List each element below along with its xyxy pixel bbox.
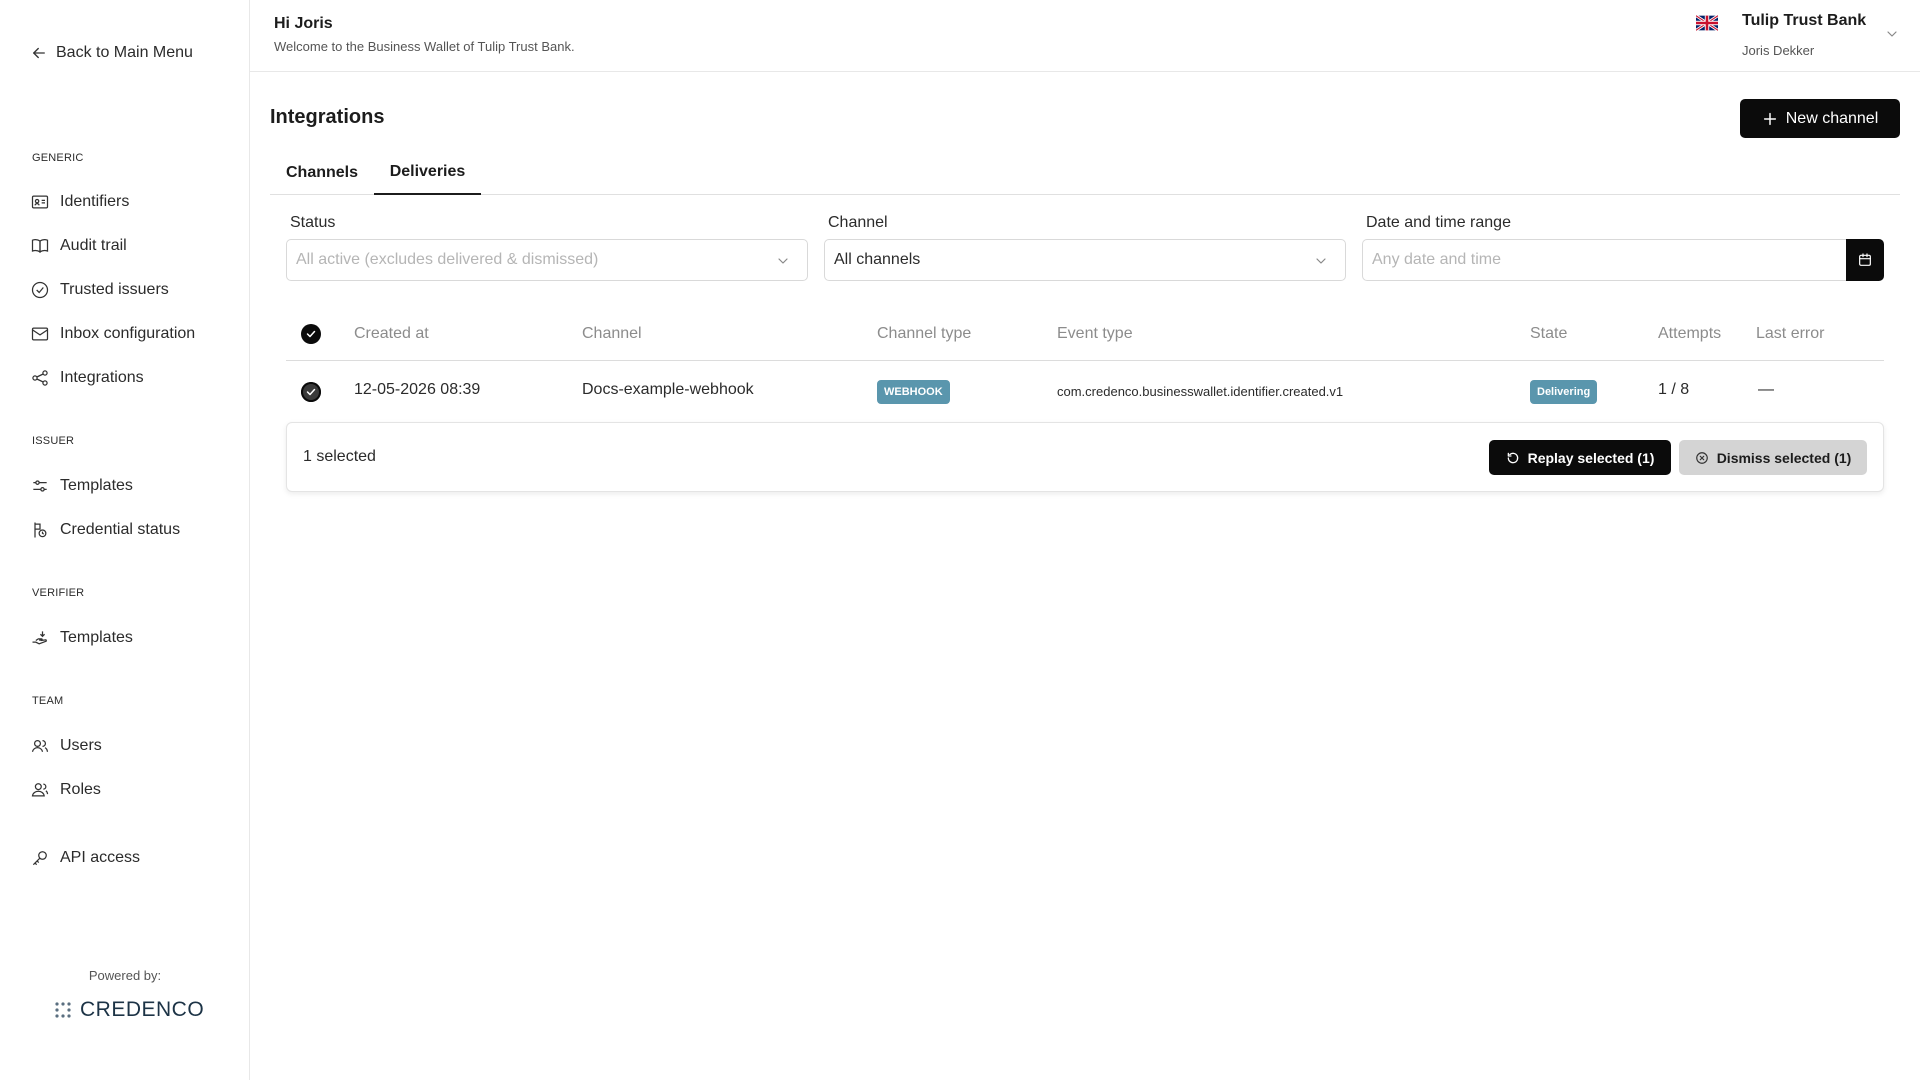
tab-channels[interactable]: Channels [270,150,374,195]
sidebar-item-label: Integrations [60,369,144,386]
welcome-text: Welcome to the Business Wallet of Tulip … [274,39,575,54]
brand-name: CREDENCO [80,998,205,1021]
replay-selected-label: Replay selected (1) [1527,449,1655,466]
dismiss-selected-button[interactable]: Dismiss selected (1) [1679,440,1867,475]
date-range-filter-label: Date and time range [1366,214,1511,231]
replay-icon [1507,452,1518,463]
chevron-down-icon [778,258,788,264]
sidebar-item-label: Identifiers [60,193,130,210]
column-header-state[interactable]: State [1530,325,1567,343]
status-select-placeholder: All active (excludes delivered & dismiss… [296,251,599,268]
channel-select-value: All channels [834,251,921,268]
sidebar-item-credential-status[interactable]: Credential status [30,518,180,542]
column-header-created-at[interactable]: Created at [354,325,429,343]
sidebar-item-issuer-templates[interactable]: Templates [30,474,133,498]
credenco-logo-icon [55,1002,71,1018]
row-checkbox[interactable] [301,382,321,402]
state-badge: Delivering [1530,380,1598,404]
replay-selected-button[interactable]: Replay selected (1) [1489,440,1671,475]
status-filter-label: Status [290,214,336,231]
sidebar-item-label: Credential status [60,521,181,538]
new-channel-label: New channel [1785,109,1879,127]
tab-deliveries[interactable]: Deliveries [374,150,481,195]
sidebar-item-trusted-issuers[interactable]: Trusted issuers [30,278,169,302]
back-label: Back to Main Menu [56,44,193,61]
section-label-issuer: ISSUER [32,435,75,447]
sidebar-item-label: API access [60,849,141,866]
column-header-channel-type[interactable]: Channel type [877,325,971,343]
uk-flag-icon[interactable] [1696,15,1718,31]
greeting: Hi Joris [274,15,333,32]
sidebar-item-users[interactable]: Users [30,734,102,758]
channel-select[interactable]: All channels [824,239,1346,281]
section-label-verifier: VERIFIER [32,587,85,599]
share-nodes-icon [32,370,48,386]
chevron-down-icon [1316,258,1326,264]
organization-name[interactable]: Tulip Trust Bank [1742,12,1866,30]
sidebar: Back to Main Menu GENERIC Identifiers Au… [0,0,250,1080]
sidebar-item-integrations[interactable]: Integrations [30,366,144,390]
column-header-channel[interactable]: Channel [582,325,642,343]
channel-filter-label: Channel [828,214,888,231]
sidebar-item-verifier-templates[interactable]: Templates [30,626,133,650]
powered-by-label: Powered by: [88,968,162,983]
section-label-generic: GENERIC [32,152,84,164]
cell-channel: Docs-example-webhook [582,381,754,398]
column-header-last-error[interactable]: Last error [1756,325,1824,343]
calendar-icon [1859,253,1871,266]
sidebar-item-inbox-configuration[interactable]: Inbox configuration [30,322,195,346]
check-icon [306,388,316,396]
sidebar-item-label: Audit trail [60,237,127,254]
top-header: Hi Joris Welcome to the Business Wallet … [250,0,1920,72]
table-header: Created at Channel Channel type Event ty… [286,309,1884,361]
cell-event-type: com.credenco.businesswallet.identifier.c… [1057,384,1344,399]
brand-logo: CREDENCO [54,998,204,1022]
sidebar-item-label: Trusted issuers [60,281,169,298]
select-all-checkbox[interactable] [301,324,321,344]
check-badge-icon [31,281,49,299]
chevron-down-icon[interactable] [1884,26,1900,42]
hand-receive-icon [32,631,47,645]
section-label-team: TEAM [32,695,64,707]
circle-x-icon [1695,451,1708,464]
key-icon [32,851,47,866]
page-title: Integrations [270,106,385,128]
credential-status-icon [34,522,47,538]
users-icon [31,739,49,752]
new-channel-button[interactable]: New channel [1740,99,1900,138]
channel-type-badge: WEBHOOK [877,380,950,404]
plus-icon [1763,112,1776,125]
book-icon [31,238,49,254]
dismiss-selected-label: Dismiss selected (1) [1716,449,1852,466]
column-header-attempts[interactable]: Attempts [1658,325,1721,343]
user-name: Joris Dekker [1742,43,1815,58]
selection-action-bar: 1 selected Replay selected (1) Dismiss s… [286,422,1884,492]
calendar-button[interactable] [1846,239,1884,281]
sidebar-item-identifiers[interactable]: Identifiers [30,190,129,214]
selected-count: 1 selected [303,448,376,465]
sidebar-item-label: Templates [60,477,133,494]
user-group-icon [31,783,49,797]
sliders-icon [33,480,47,492]
back-to-main-menu-link[interactable]: Back to Main Menu [30,44,193,62]
cell-created-at: 12-05-2026 08:39 [354,381,481,398]
id-card-icon [31,195,49,209]
check-icon [306,330,316,338]
sidebar-item-label: Templates [60,629,133,646]
sidebar-item-api-access[interactable]: API access [30,846,140,870]
table-row[interactable]: 12-05-2026 08:39 Docs-example-webhook WE… [286,362,1884,422]
sidebar-item-label: Users [60,737,102,754]
status-select[interactable]: All active (excludes delivered & dismiss… [286,239,808,281]
sidebar-item-roles[interactable]: Roles [30,778,101,802]
mail-icon [31,327,49,341]
tab-bar: Channels Deliveries [270,150,1900,195]
column-header-event-type[interactable]: Event type [1057,325,1133,343]
sidebar-item-label: Roles [60,781,101,798]
cell-last-error: — [1758,381,1774,398]
sidebar-item-audit-trail[interactable]: Audit trail [30,234,127,258]
sidebar-item-label: Inbox configuration [60,325,196,342]
cell-attempts: 1 / 8 [1658,381,1690,398]
date-range-input[interactable] [1362,239,1846,281]
arrow-left-icon [33,47,45,59]
